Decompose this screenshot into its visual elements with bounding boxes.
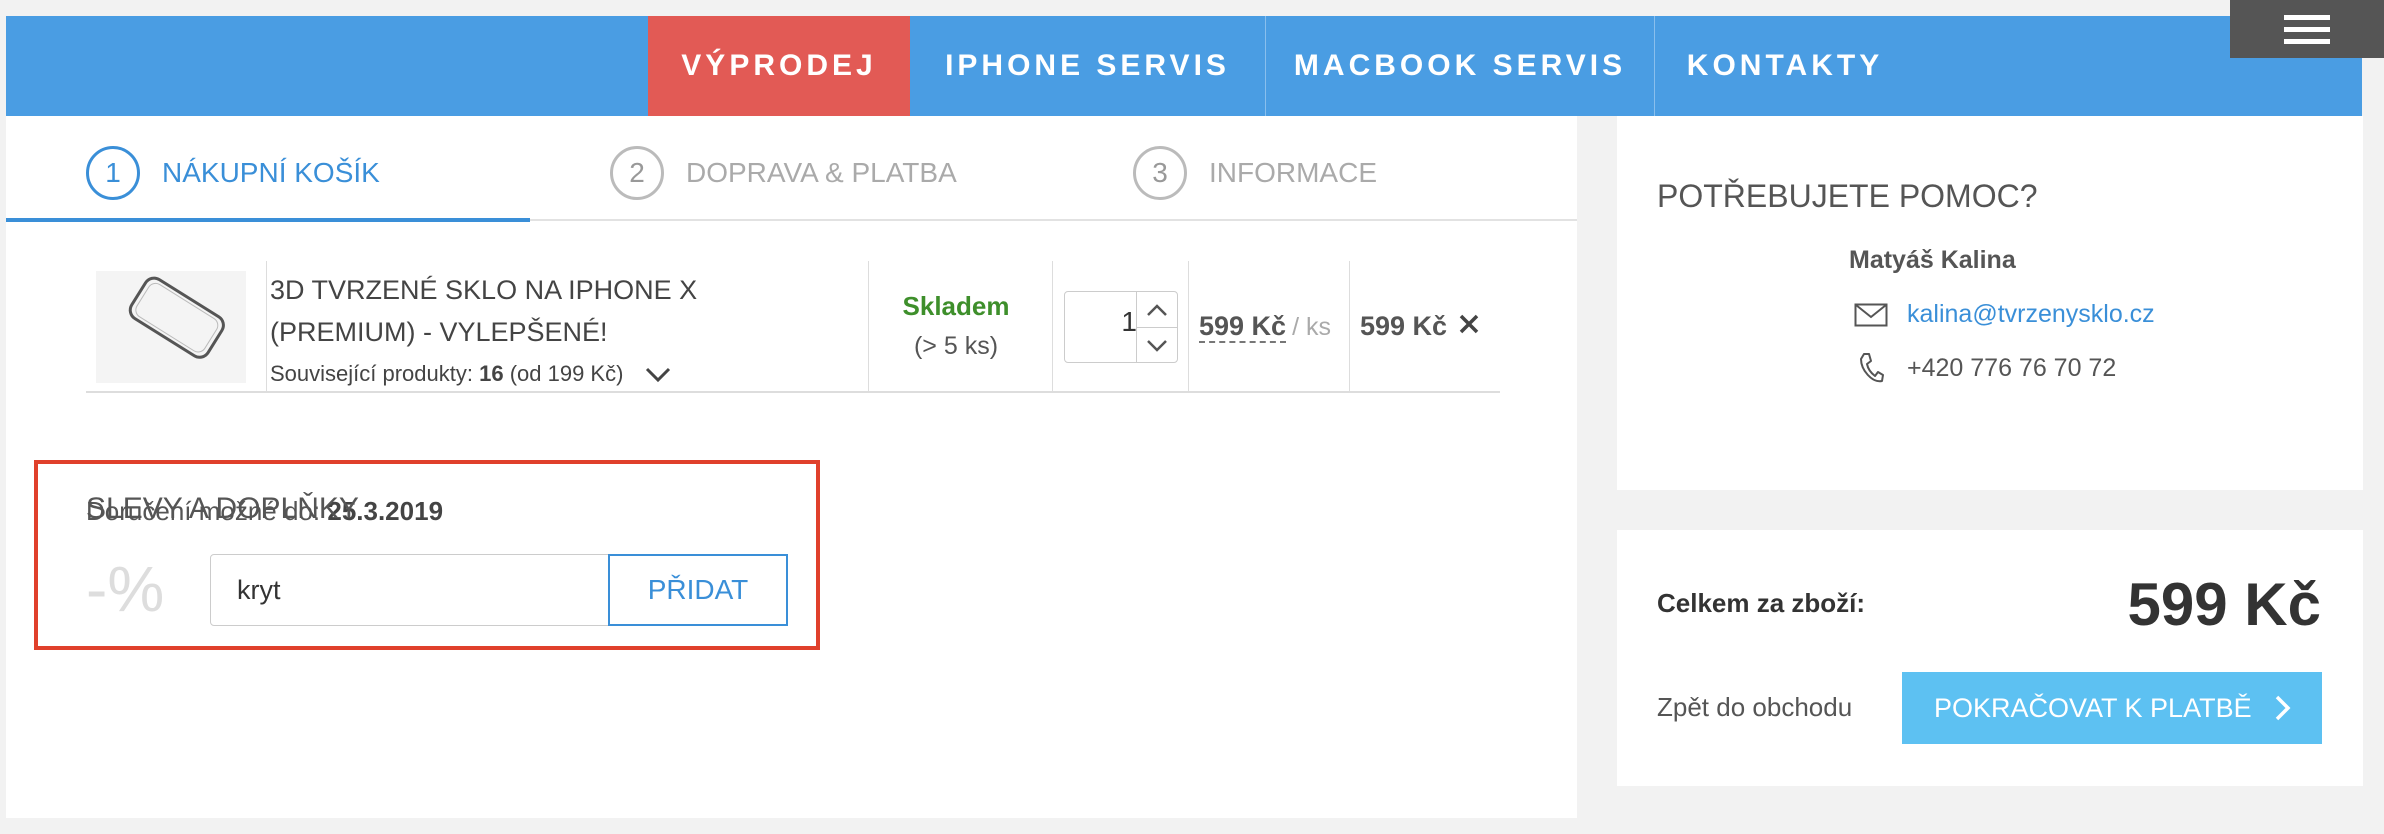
item-total-price: 599 Kč (1360, 311, 1448, 341)
related-suffix: (od 199 Kč) (503, 361, 624, 386)
related-products-toggle[interactable]: Související produkty: 16 (od 199 Kč) (270, 361, 672, 387)
step-label: INFORMACE (1209, 157, 1377, 188)
add-discount-button[interactable]: PŘIDAT (608, 554, 788, 626)
chevron-right-icon (2275, 695, 2291, 721)
step-number: 1 (86, 146, 140, 200)
stock-detail: (> 5 ks) (913, 332, 999, 360)
quantity-decrease-button[interactable] (1137, 327, 1177, 363)
step-number: 2 (610, 146, 664, 200)
chevron-down-icon (645, 368, 670, 383)
step-information[interactable]: 3 INFORMACE (1133, 140, 1377, 206)
hamburger-bar (2284, 14, 2330, 20)
stock-info: Skladem (> 5 ks) (866, 291, 1046, 361)
quantity-input[interactable]: 1 (1071, 306, 1137, 338)
step-shipping-payment[interactable]: 2 DOPRAVA & PLATBA (610, 140, 957, 206)
close-icon (1459, 314, 1479, 334)
contact-phone: +420 776 76 70 72 (1853, 352, 2116, 384)
phone-icon (1853, 352, 1889, 384)
stock-status: Skladem (902, 291, 1010, 321)
related-count: 16 (479, 361, 504, 386)
column-divider (266, 261, 267, 391)
chevron-up-icon (1147, 303, 1167, 316)
hamburger-bar (2284, 38, 2330, 44)
hamburger-bar (2284, 26, 2330, 32)
unit-price-amount: 599 Kč (1199, 311, 1287, 343)
contact-email: kalina@tvrzenysklo.cz (1853, 300, 2155, 329)
product-thumbnail[interactable] (96, 271, 246, 383)
total-value: 599 Kč (2127, 571, 2321, 638)
product-name-link[interactable]: 3D TVRZENÉ SKLO NA IPHONE X (PREMIUM) - … (270, 269, 850, 353)
percent-icon: -% (86, 553, 165, 625)
step-label: NÁKUPNÍ KOŠÍK (162, 157, 380, 188)
back-to-shop-link[interactable]: Zpět do obchodu (1657, 692, 1852, 723)
discount-title: SLEVY A DOPLŇKY (86, 492, 359, 525)
glass-protector-image (128, 276, 225, 359)
step-label: DOPRAVA & PLATBA (686, 157, 957, 188)
step-number: 3 (1133, 146, 1187, 200)
nav-item-macbook-servis[interactable]: MACBOOK SERVIS (1266, 16, 1654, 116)
quantity-increase-button[interactable] (1137, 292, 1177, 327)
discount-code-input[interactable]: kryt (210, 554, 610, 626)
nav-item-iphone-servis[interactable]: IPHONE SERVIS (910, 16, 1265, 116)
chevron-down-icon (1147, 339, 1167, 352)
nav-item-kontakty[interactable]: KONTAKTY (1655, 16, 1915, 116)
total-label: Celkem za zboží: (1657, 588, 1866, 618)
continue-label: POKRAČOVAT K PLATBĚ (1934, 693, 2252, 723)
quantity-buttons (1136, 292, 1177, 362)
column-divider (1188, 261, 1189, 391)
envelope-icon (1853, 303, 1889, 327)
order-summary-panel: Celkem za zboží: 599 Kč Zpět do obchodu … (1617, 530, 2363, 786)
column-divider (1052, 261, 1053, 391)
cart-item-row: 3D TVRZENÉ SKLO NA IPHONE X (PREMIUM) - … (86, 261, 1500, 393)
quantity-stepper: 1 (1064, 291, 1178, 363)
contact-name: Matyáš Kalina (1849, 246, 2016, 274)
active-step-indicator (6, 218, 530, 222)
nav-item-vyprodej[interactable]: VÝPRODEJ (648, 16, 910, 116)
top-navigation: VÝPRODEJ IPHONE SERVIS MACBOOK SERVIS KO… (6, 16, 2362, 116)
contact-email-link[interactable]: kalina@tvrzenysklo.cz (1907, 300, 2155, 329)
related-prefix: Související produkty: (270, 361, 480, 386)
hamburger-icon[interactable] (2230, 0, 2384, 58)
unit-price: 599 Kč / ks (1199, 311, 1331, 343)
continue-to-payment-button[interactable]: POKRAČOVAT K PLATBĚ (1902, 672, 2322, 744)
discount-section: SLEVY A DOPLŇKY -% kryt PŘIDAT (34, 460, 820, 650)
step-cart[interactable]: 1 NÁKUPNÍ KOŠÍK (86, 140, 380, 206)
column-divider (1349, 261, 1350, 391)
help-title: POTŘEBUJETE POMOC? (1657, 178, 2038, 214)
unit-label: / ks (1292, 313, 1331, 341)
remove-item-button[interactable] (1458, 313, 1480, 340)
contact-phone-number[interactable]: +420 776 76 70 72 (1907, 354, 2116, 383)
help-panel: POTŘEBUJETE POMOC? Matyáš Kalina kalina@… (1617, 116, 2363, 490)
